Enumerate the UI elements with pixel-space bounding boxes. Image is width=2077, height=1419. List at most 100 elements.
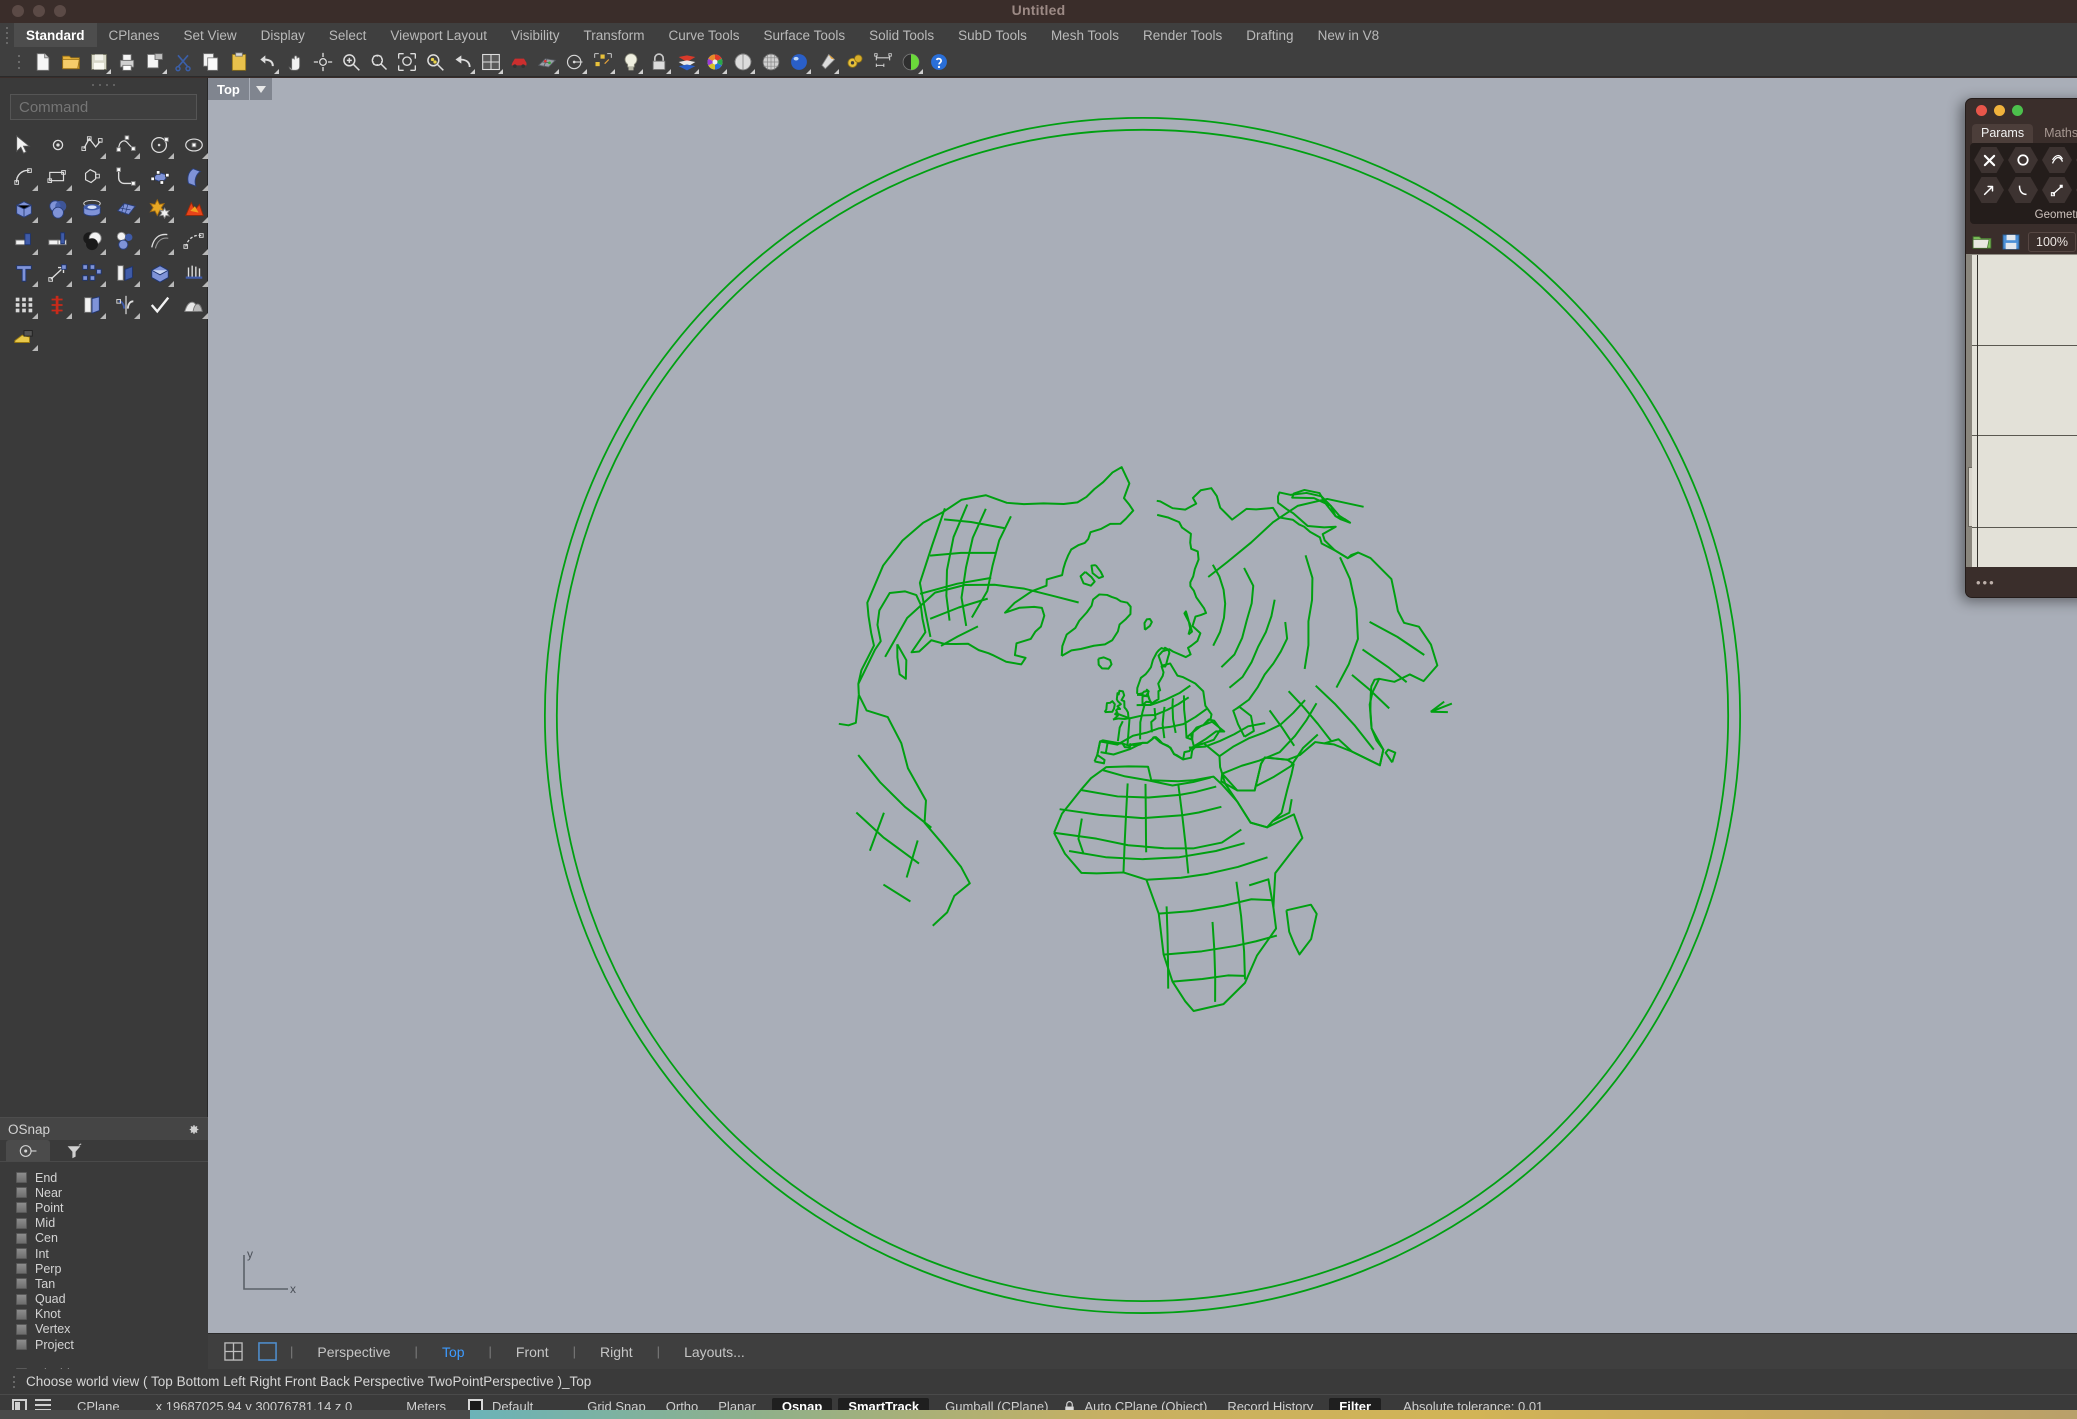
- menu-tab-set-view[interactable]: Set View: [172, 23, 249, 47]
- osnap-option-project[interactable]: Project: [16, 1337, 208, 1352]
- move-icon[interactable]: [42, 258, 73, 288]
- checkbox[interactable]: [16, 1294, 27, 1305]
- viewport-tab-right[interactable]: Right: [578, 1344, 655, 1360]
- curve-param-icon[interactable]: [2042, 147, 2072, 173]
- status-grip[interactable]: [8, 1376, 20, 1388]
- open-folder-icon[interactable]: [1970, 232, 1994, 252]
- render-mesh-icon[interactable]: [178, 290, 209, 320]
- gh-tab-params[interactable]: Params: [1972, 124, 2033, 143]
- mesh-grid-icon[interactable]: [535, 50, 559, 74]
- zoom-selected-icon[interactable]: [423, 50, 447, 74]
- text-object-icon[interactable]: [8, 258, 39, 288]
- gh-footer-dots[interactable]: •••: [1976, 575, 1996, 590]
- menu-tab-subd-tools[interactable]: SubD Tools: [946, 23, 1039, 47]
- menu-tab-select[interactable]: Select: [317, 23, 379, 47]
- curve-fillet-icon[interactable]: [110, 162, 141, 192]
- menubar-grip[interactable]: [0, 23, 14, 47]
- scissors-cut-icon[interactable]: [171, 50, 195, 74]
- undo-view-icon[interactable]: [451, 50, 475, 74]
- osnap-option-quad[interactable]: Quad: [16, 1292, 208, 1307]
- new-file-icon[interactable]: [31, 50, 55, 74]
- sidebar-grip[interactable]: [0, 78, 207, 92]
- spotlight-cone-icon[interactable]: [815, 50, 839, 74]
- osnap-option-knot[interactable]: Knot: [16, 1307, 208, 1322]
- circle-radius-icon[interactable]: [563, 50, 587, 74]
- menu-tab-solid-tools[interactable]: Solid Tools: [857, 23, 946, 47]
- osnap-option-perp[interactable]: Perp: [16, 1261, 208, 1276]
- osnap-option-vertex[interactable]: Vertex: [16, 1322, 208, 1337]
- osnap-tab-filter[interactable]: [52, 1140, 96, 1161]
- menu-tab-curve-tools[interactable]: Curve Tools: [656, 23, 751, 47]
- command-input[interactable]: [19, 99, 196, 116]
- menu-tab-display[interactable]: Display: [249, 23, 317, 47]
- check-ok-icon[interactable]: [144, 290, 175, 320]
- blend-curve-icon[interactable]: [178, 226, 209, 256]
- ellipse-icon[interactable]: [178, 130, 209, 160]
- section-sphere-icon[interactable]: [899, 50, 923, 74]
- checkbox[interactable]: [16, 1309, 27, 1320]
- gears-options-icon[interactable]: [843, 50, 867, 74]
- zoom-in-icon[interactable]: [339, 50, 363, 74]
- sphere-boolean-icon[interactable]: [42, 194, 73, 224]
- checkbox[interactable]: [16, 1324, 27, 1335]
- checkbox[interactable]: [16, 1202, 27, 1213]
- gh-tab-maths[interactable]: Maths: [2035, 124, 2077, 143]
- group-objects-icon[interactable]: [591, 50, 615, 74]
- pan-hand-icon[interactable]: [283, 50, 307, 74]
- grid-points-icon[interactable]: [8, 290, 39, 320]
- viewport-tab-layouts[interactable]: Layouts...: [662, 1344, 767, 1360]
- boolean-union-icon[interactable]: [76, 226, 107, 256]
- osnap-option-tan[interactable]: Tan: [16, 1276, 208, 1291]
- surface-control-points-icon[interactable]: [144, 162, 175, 192]
- rectangle-icon[interactable]: [42, 162, 73, 192]
- rotate-view-icon[interactable]: [311, 50, 335, 74]
- render-sphere-icon[interactable]: [787, 50, 811, 74]
- zoom-extents-icon[interactable]: [395, 50, 419, 74]
- render-car-icon[interactable]: [507, 50, 531, 74]
- osnap-option-int[interactable]: Int: [16, 1246, 208, 1261]
- explode-star-icon[interactable]: [144, 194, 175, 224]
- gear-icon[interactable]: [187, 1123, 200, 1136]
- arrow-select-icon[interactable]: [8, 130, 39, 160]
- checkbox[interactable]: [16, 1248, 27, 1259]
- save-disk-icon[interactable]: [1999, 232, 2023, 252]
- osnap-option-cen[interactable]: Cen: [16, 1231, 208, 1246]
- checkbox[interactable]: [16, 1218, 27, 1229]
- help-question-icon[interactable]: [927, 50, 951, 74]
- checkbox[interactable]: [16, 1187, 27, 1198]
- menu-tab-surface-tools[interactable]: Surface Tools: [752, 23, 858, 47]
- polyline-icon[interactable]: [76, 130, 107, 160]
- circle-icon[interactable]: [144, 130, 175, 160]
- loft-icon[interactable]: [178, 258, 209, 288]
- four-view-layout-icon[interactable]: [220, 1339, 246, 1365]
- menu-tab-transform[interactable]: Transform: [571, 23, 656, 47]
- arc-icon[interactable]: [8, 162, 39, 192]
- offset-curve-icon[interactable]: [144, 226, 175, 256]
- shade-sphere-icon[interactable]: [731, 50, 755, 74]
- checkbox[interactable]: [16, 1172, 27, 1183]
- curve-control-points-icon[interactable]: [110, 130, 141, 160]
- polygon-icon[interactable]: [76, 162, 107, 192]
- undo-arrow-icon[interactable]: [255, 50, 279, 74]
- mesh-from-surface-icon[interactable]: [110, 194, 141, 224]
- gh-zoom-level[interactable]: 100%: [2028, 232, 2076, 252]
- open-folder-icon[interactable]: [59, 50, 83, 74]
- zoom-window-icon[interactable]: [367, 50, 391, 74]
- cut-page-icon[interactable]: [143, 50, 167, 74]
- paste-clipboard-icon[interactable]: [227, 50, 251, 74]
- menu-tab-viewport-layout[interactable]: Viewport Layout: [378, 23, 499, 47]
- menu-tab-render-tools[interactable]: Render Tools: [1131, 23, 1234, 47]
- checkbox[interactable]: [16, 1339, 27, 1350]
- analyze-direction-icon[interactable]: [42, 290, 73, 320]
- osnap-option-near[interactable]: Near: [16, 1185, 208, 1200]
- menu-tab-mesh-tools[interactable]: Mesh Tools: [1039, 23, 1131, 47]
- viewport-tab-perspective[interactable]: Perspective: [295, 1344, 412, 1360]
- extrude-icon[interactable]: [110, 258, 141, 288]
- gh-minimize-button[interactable]: [1994, 105, 2005, 116]
- toolbar-grip[interactable]: [14, 48, 24, 76]
- menu-tab-standard[interactable]: Standard: [14, 23, 97, 47]
- surface-sweep-icon[interactable]: [178, 162, 209, 192]
- gh-maximize-button[interactable]: [2012, 105, 2023, 116]
- fillet-sphere-icon[interactable]: [110, 226, 141, 256]
- light-bulb-icon[interactable]: [619, 50, 643, 74]
